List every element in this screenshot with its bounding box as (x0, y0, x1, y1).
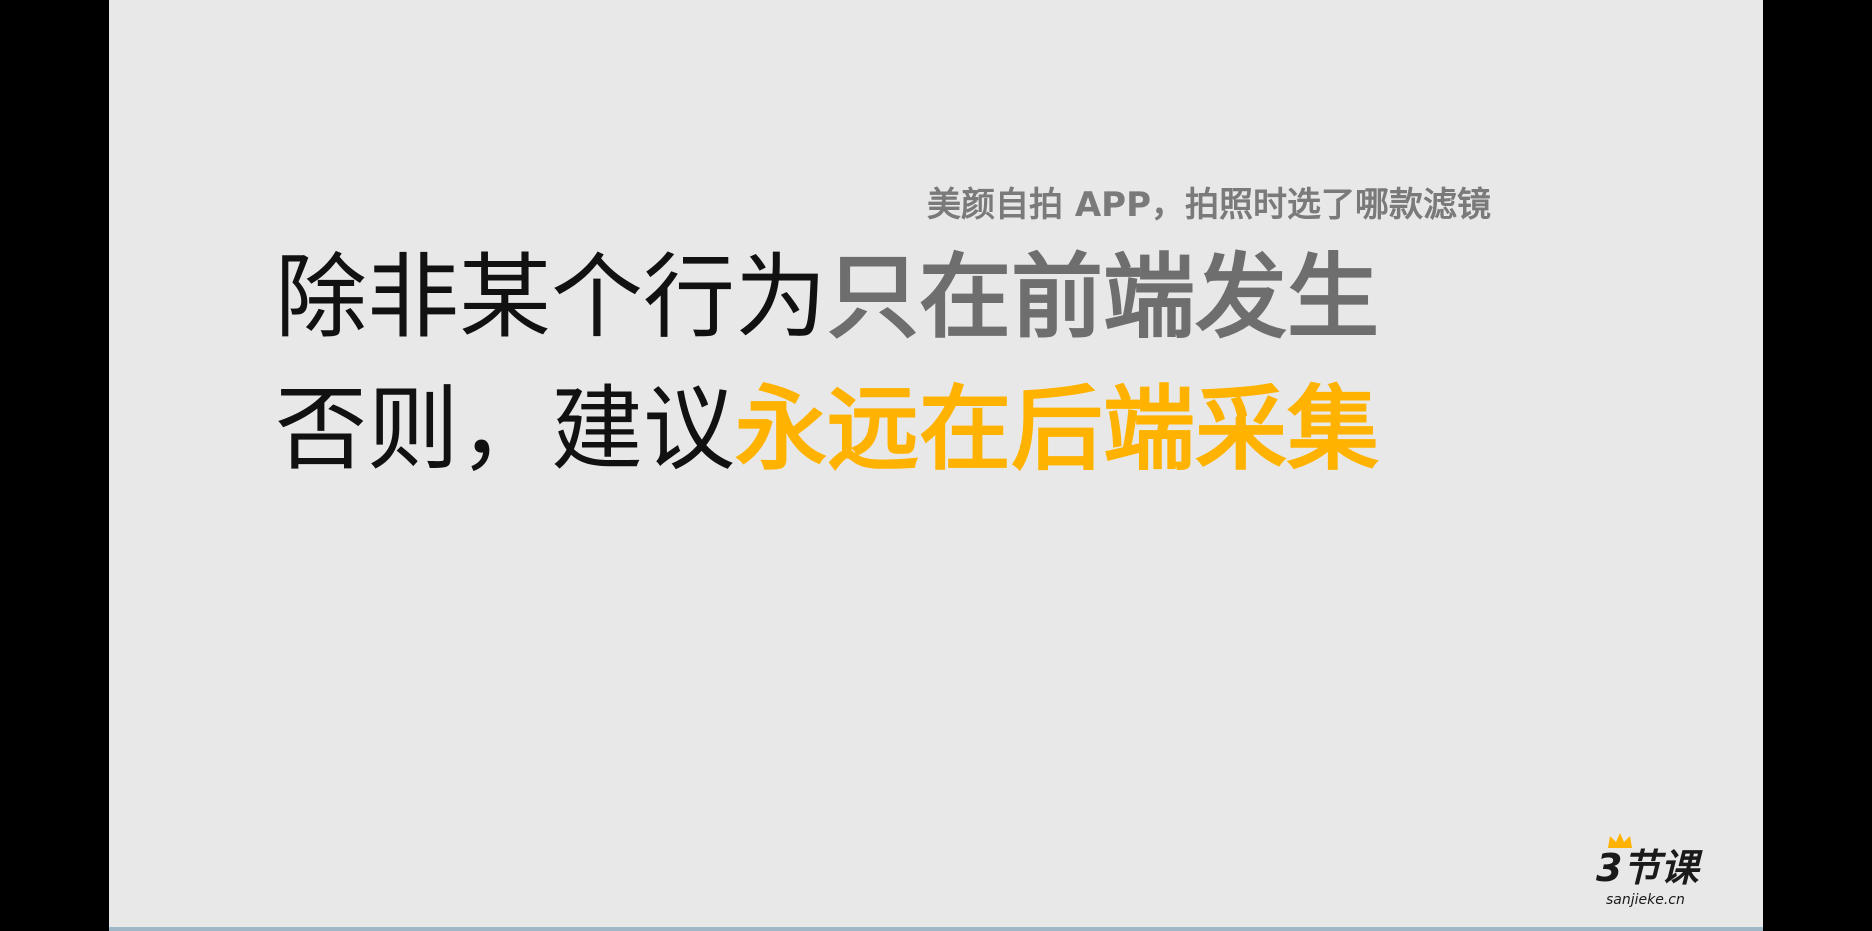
statement-line-2: 否则，建议永远在后端采集 (275, 375, 1379, 485)
brand-logo-text: 3节课 (1596, 846, 1699, 890)
slide-subtitle: 美颜自拍 APP，拍照时选了哪款滤镜 (927, 185, 1491, 225)
statement-line-1-highlight: 只在前端发生 (827, 244, 1380, 351)
brand-logo: 3节课 sanjieke.cn (1596, 832, 1736, 912)
statement-line-1: 除非某个行为只在前端发生 (275, 243, 1379, 353)
statement-line-2-plain: 否则，建议 (275, 376, 736, 483)
video-progress-bar[interactable] (109, 927, 1763, 931)
slide: 美颜自拍 APP，拍照时选了哪款滤镜 除非某个行为只在前端发生 否则，建议永远在… (109, 0, 1763, 927)
video-frame: 美颜自拍 APP，拍照时选了哪款滤镜 除非某个行为只在前端发生 否则，建议永远在… (0, 0, 1872, 931)
statement-line-1-plain: 除非某个行为 (275, 244, 828, 351)
statement-line-2-highlight: 永远在后端采集 (735, 376, 1380, 483)
brand-logo-domain: sanjieke.cn (1606, 892, 1685, 908)
